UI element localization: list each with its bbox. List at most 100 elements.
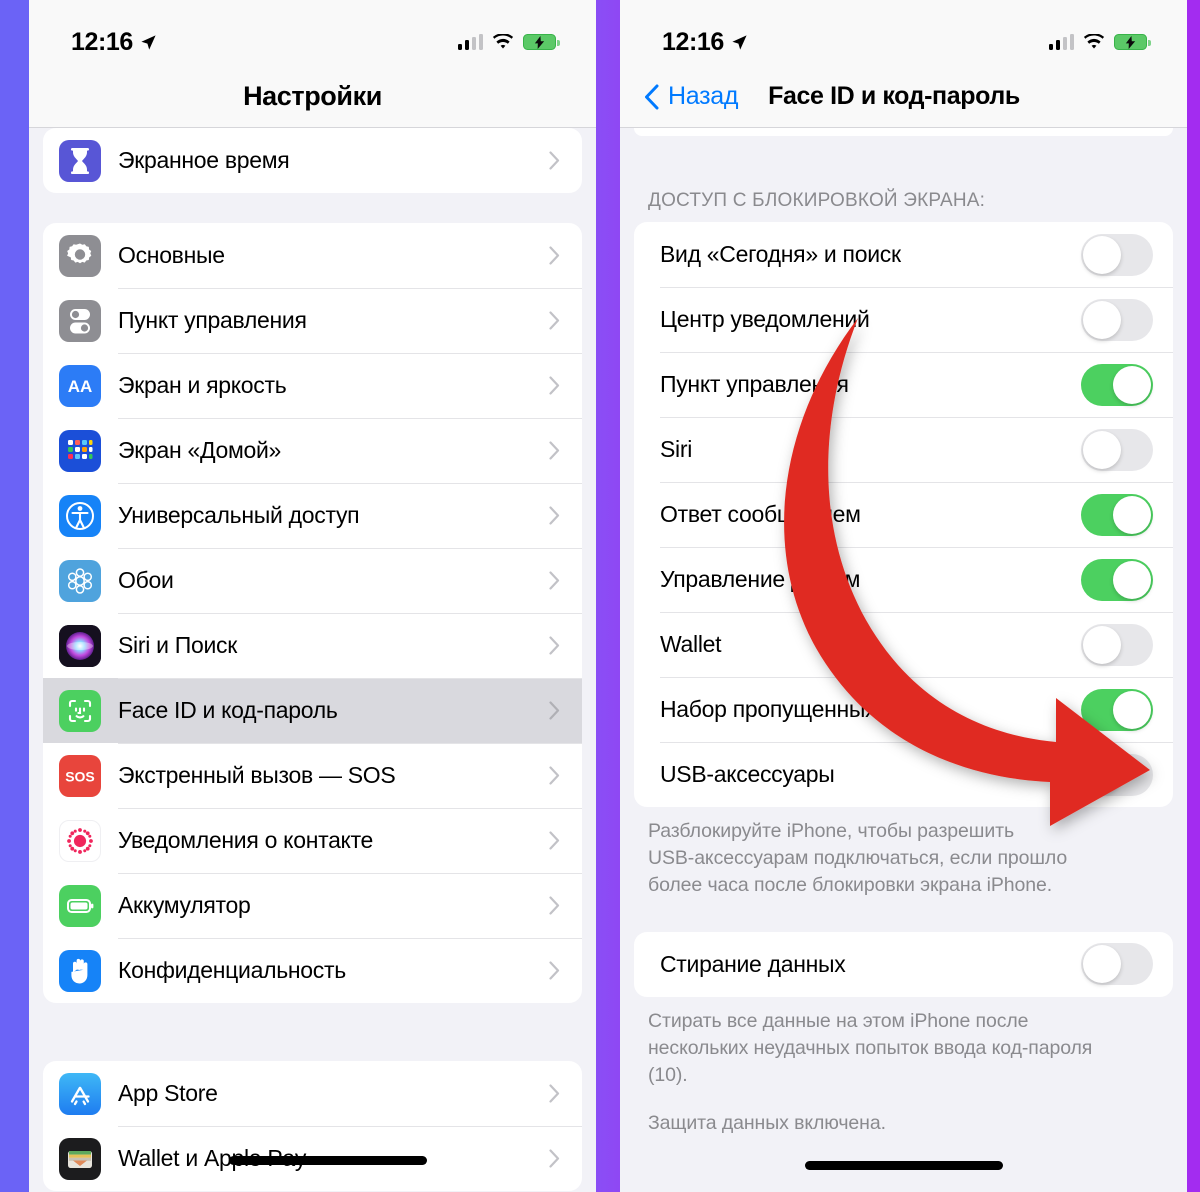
toggle-label: Набор пропущенных (660, 696, 877, 722)
status-bar-right-group (1048, 33, 1151, 51)
sidebar-item-label: Аккумулятор (118, 892, 251, 918)
battery-charging-icon (1114, 34, 1151, 50)
sidebar-item-app-store[interactable]: App Store (43, 1061, 582, 1126)
face-id-settings-list[interactable]: ДОСТУП С БЛОКИРОВКОЙ ЭКРАНА: Вид «Сегодн… (620, 128, 1187, 1192)
toggle-usb-accessories[interactable] (1081, 753, 1153, 796)
home-indicator-right (804, 1161, 1003, 1170)
toggle-knob (1113, 365, 1151, 404)
sidebar-item-label: Экран и яркость (118, 372, 287, 398)
sidebar-item-privacy[interactable]: Конфиденциальность (43, 938, 582, 1003)
toggle-erase-data[interactable] (1081, 943, 1153, 986)
toggle-row-siri[interactable]: Siri (634, 417, 1173, 482)
chevron-right-icon (549, 701, 560, 720)
cellular-signal-icon (457, 34, 483, 50)
toggle-label: Siri (660, 436, 693, 462)
toggle-knob (1083, 625, 1121, 664)
chevron-right-icon (549, 831, 560, 850)
toggle-row-erase-data[interactable]: Стирание данных (634, 932, 1173, 997)
chevron-right-icon (549, 961, 560, 980)
chevron-right-icon (549, 766, 560, 785)
left-nav-bar: Настройки (29, 66, 596, 128)
sidebar-item-home-screen[interactable]: Экран «Домой» (43, 418, 582, 483)
bolt-icon (534, 35, 545, 49)
partial-card-above (634, 128, 1173, 136)
toggle-row-wallet[interactable]: Wallet (634, 612, 1173, 677)
toggle-today-view[interactable] (1081, 233, 1153, 276)
back-button[interactable]: Назад (644, 82, 738, 111)
chevron-right-icon (549, 151, 560, 170)
control-center-icon (59, 299, 101, 342)
sidebar-item-display-brightness[interactable]: AA Экран и яркость (43, 353, 582, 418)
toggle-knob (1083, 235, 1121, 274)
gear-icon (59, 234, 101, 277)
screen-time-icon (59, 139, 101, 182)
sidebar-item-label: Конфиденциальность (118, 957, 346, 983)
cellular-signal-icon (1048, 34, 1074, 50)
toggle-knob (1113, 560, 1151, 599)
settings-group-screen-time: Экранное время (43, 128, 582, 193)
sidebar-item-label: Универсальный доступ (118, 502, 360, 528)
toggle-row-reply-with-message[interactable]: Ответ сообщением (634, 482, 1173, 547)
left-phone-screen: 12:16 Настройки Экранное время Основные … (29, 0, 596, 1192)
toggle-home-control[interactable] (1081, 558, 1153, 601)
sidebar-item-accessibility[interactable]: Универсальный доступ (43, 483, 582, 548)
data-protection-footnote: Защита данных включена. (648, 1112, 886, 1135)
sidebar-item-label: Экранное время (118, 147, 290, 173)
toggle-label: USB-аксессуары (660, 761, 835, 787)
toggle-label: Стирание данных (660, 950, 846, 977)
wallet-icon (59, 1137, 101, 1180)
privacy-hand-icon (59, 949, 101, 992)
sidebar-item-emergency-sos[interactable]: SOS Экстренный вызов — SOS (43, 743, 582, 808)
sidebar-item-face-id-passcode[interactable]: Face ID и код-пароль (43, 678, 582, 743)
accessibility-icon (59, 494, 101, 537)
wifi-icon (492, 33, 514, 49)
chevron-right-icon (549, 636, 560, 655)
toggle-notification-center[interactable] (1081, 298, 1153, 341)
toggle-row-return-missed-calls[interactable]: Набор пропущенных (634, 677, 1173, 742)
sidebar-item-contact-notification[interactable]: Уведомления о контакте (43, 808, 582, 873)
sidebar-item-wallpaper[interactable]: Обои (43, 548, 582, 613)
sidebar-item-label: Face ID и код-пароль (118, 697, 338, 723)
toggle-wallet[interactable] (1081, 623, 1153, 666)
toggle-row-control-center[interactable]: Пункт управления (634, 352, 1173, 417)
sidebar-item-siri-search[interactable]: Siri и Поиск (43, 613, 582, 678)
erase-data-footnote: Стирать все данные на этом iPhone после … (648, 1009, 1093, 1086)
status-bar-left: 12:16 (29, 0, 596, 66)
sidebar-item-battery[interactable]: Аккумулятор (43, 873, 582, 938)
toggle-knob (1083, 430, 1121, 469)
sidebar-item-label: Основные (118, 242, 225, 268)
location-arrow-icon (732, 34, 747, 50)
toggle-row-today-view[interactable]: Вид «Сегодня» и поиск (634, 222, 1173, 287)
status-bar-time: 12:16 (662, 27, 724, 56)
chevron-right-icon (549, 311, 560, 330)
sidebar-item-label: Пункт управления (118, 307, 307, 333)
settings-group-store: App Store Wallet и Apple Pay (43, 1061, 582, 1191)
sidebar-item-label: Обои (118, 567, 174, 593)
toggle-row-notification-center[interactable]: Центр уведомлений (634, 287, 1173, 352)
toggle-return-missed-calls[interactable] (1081, 688, 1153, 731)
status-bar-time: 12:16 (71, 27, 133, 56)
wallpaper-icon (59, 559, 101, 602)
sidebar-item-screen-time[interactable]: Экранное время (43, 128, 582, 193)
toggle-siri[interactable] (1081, 428, 1153, 471)
face-id-icon (59, 689, 101, 732)
page-title: Настройки (243, 81, 382, 111)
sidebar-item-control-center[interactable]: Пункт управления (43, 288, 582, 353)
chevron-right-icon (549, 571, 560, 590)
toggle-row-usb-accessories[interactable]: USB-аксессуары (634, 742, 1173, 807)
left-settings-list[interactable]: Экранное время Основные Пункт управления (29, 128, 596, 1192)
sidebar-item-label: Уведомления о контакте (118, 827, 374, 853)
sidebar-item-general[interactable]: Основные (43, 223, 582, 288)
chevron-left-icon (645, 84, 659, 109)
chevron-right-icon (549, 506, 560, 525)
battery-icon (59, 884, 101, 927)
home-screen-icon (59, 429, 101, 472)
toggle-reply-with-message[interactable] (1081, 493, 1153, 536)
lock-screen-access-card: Вид «Сегодня» и поиск Центр уведомлений … (634, 222, 1173, 807)
toggle-row-home-control[interactable]: Управление домом (634, 547, 1173, 612)
toggle-control-center[interactable] (1081, 363, 1153, 406)
